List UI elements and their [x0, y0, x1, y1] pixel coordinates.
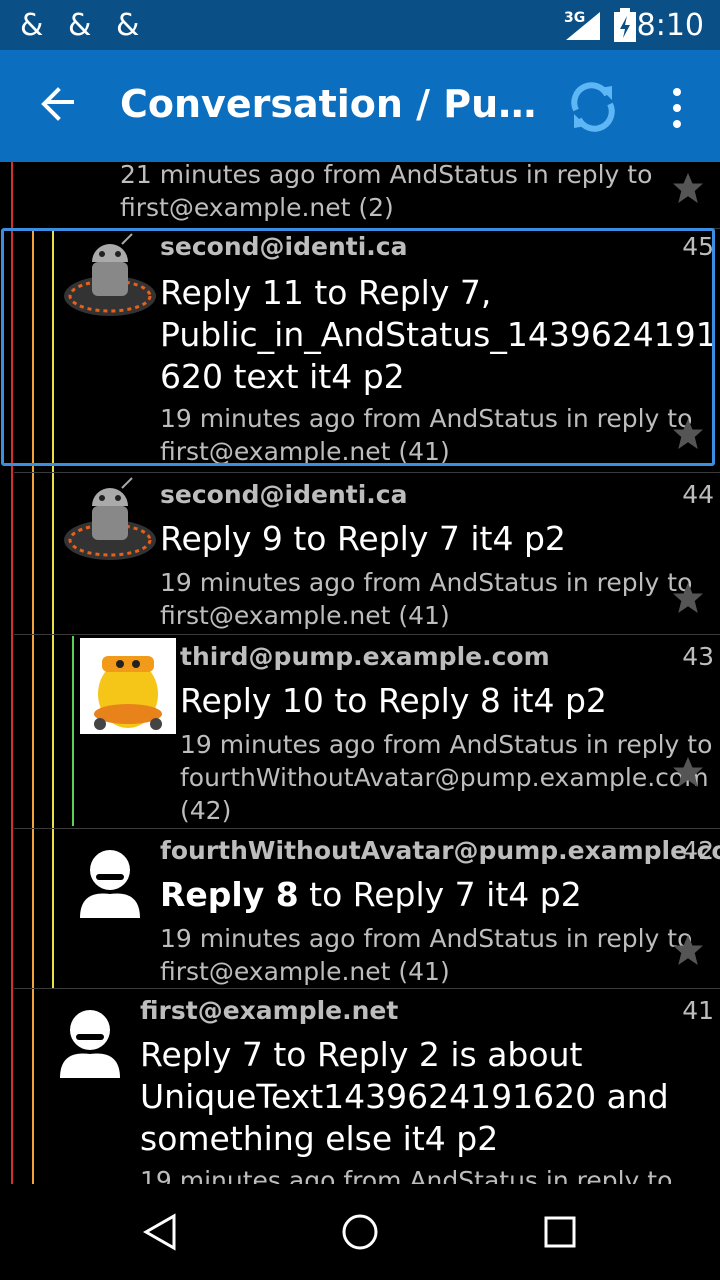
star-icon[interactable] [670, 170, 706, 206]
message-author[interactable]: first@example.net [140, 996, 398, 1025]
refresh-icon[interactable] [566, 80, 620, 134]
message-meta: first@example.net (2) [120, 193, 394, 222]
robot-avatar [80, 638, 176, 734]
selection-highlight [1, 228, 715, 466]
app-bar: Conversation / Pumpi… [0, 50, 720, 162]
message-number: 44 [682, 480, 714, 509]
list-item[interactable]: 21 minutes ago from AndStatus in reply t… [0, 162, 720, 228]
andstatus-icon: & [68, 8, 92, 43]
message-meta: 19 minutes ago from AndStatus in reply t… [160, 924, 693, 953]
message-meta: (42) [180, 796, 232, 825]
star-icon[interactable] [670, 932, 706, 968]
message-body: Reply 10 to Reply 8 it4 p2 [180, 681, 607, 720]
message-body: something else it4 p2 [140, 1119, 499, 1158]
default-avatar [60, 1010, 120, 1078]
message-meta: 19 minutes ago from AndStatus in reply t… [140, 1166, 673, 1184]
message-body: UniqueText1439624191620 and [140, 1077, 669, 1116]
arrow-back-icon[interactable] [28, 74, 88, 134]
more-vert-icon[interactable] [662, 86, 692, 130]
message-number: 43 [682, 642, 714, 671]
message-meta: 19 minutes ago from AndStatus in reply t… [160, 568, 693, 597]
message-body: Reply 8 to Reply 7 it4 p2 [160, 874, 582, 916]
message-number: 42 [682, 836, 714, 865]
clock: 8:10 [636, 8, 704, 43]
battery-icon [614, 8, 636, 42]
message-author[interactable]: second@identi.ca [160, 480, 407, 509]
conversation-list[interactable]: 21 minutes ago from AndStatus in reply t… [0, 162, 720, 1184]
andstatus-icon: & [20, 8, 44, 43]
message-meta: first@example.net (41) [160, 957, 450, 986]
message-meta: 21 minutes ago from AndStatus in reply t… [120, 162, 653, 189]
message-meta: first@example.net (41) [160, 601, 450, 630]
message-number: 41 [682, 996, 714, 1025]
robot-avatar [64, 477, 156, 560]
message-body: Reply 9 to Reply 7 it4 p2 [160, 519, 566, 558]
page-title: Conversation / Pumpi… [120, 82, 540, 126]
star-icon[interactable] [670, 580, 706, 616]
nav-home-icon[interactable] [336, 1208, 384, 1256]
list-item[interactable]: first@example.net 41 Reply 7 to Reply 2 … [0, 988, 720, 1184]
signal-icon [566, 12, 600, 40]
list-item[interactable]: third@pump.example.com 43 Reply 10 to Re… [0, 634, 720, 828]
message-body-text: to Reply 7 it4 p2 [298, 875, 582, 914]
andstatus-icon: & [116, 8, 140, 43]
list-item[interactable]: fourthWithoutAvatar@pump.example.com 42 … [0, 828, 720, 988]
nav-back-icon[interactable] [138, 1210, 182, 1254]
status-bar: & & & 3G 8:10 [0, 0, 720, 50]
default-avatar [80, 850, 140, 918]
navigation-bar [0, 1184, 720, 1280]
star-icon[interactable] [670, 754, 706, 790]
message-meta: 19 minutes ago from AndStatus in reply t… [180, 730, 713, 759]
message-author[interactable]: third@pump.example.com [180, 642, 550, 671]
message-meta: fourthWithoutAvatar@pump.example.com [180, 763, 709, 792]
message-body: Reply 7 to Reply 2 is about [140, 1035, 583, 1074]
message-author[interactable]: fourthWithoutAvatar@pump.example.com [160, 836, 720, 865]
message-body-bold: Reply 8 [160, 875, 299, 914]
nav-recents-icon[interactable] [538, 1210, 582, 1254]
list-item[interactable]: second@identi.ca 44 Reply 9 to Reply 7 i… [0, 472, 720, 634]
